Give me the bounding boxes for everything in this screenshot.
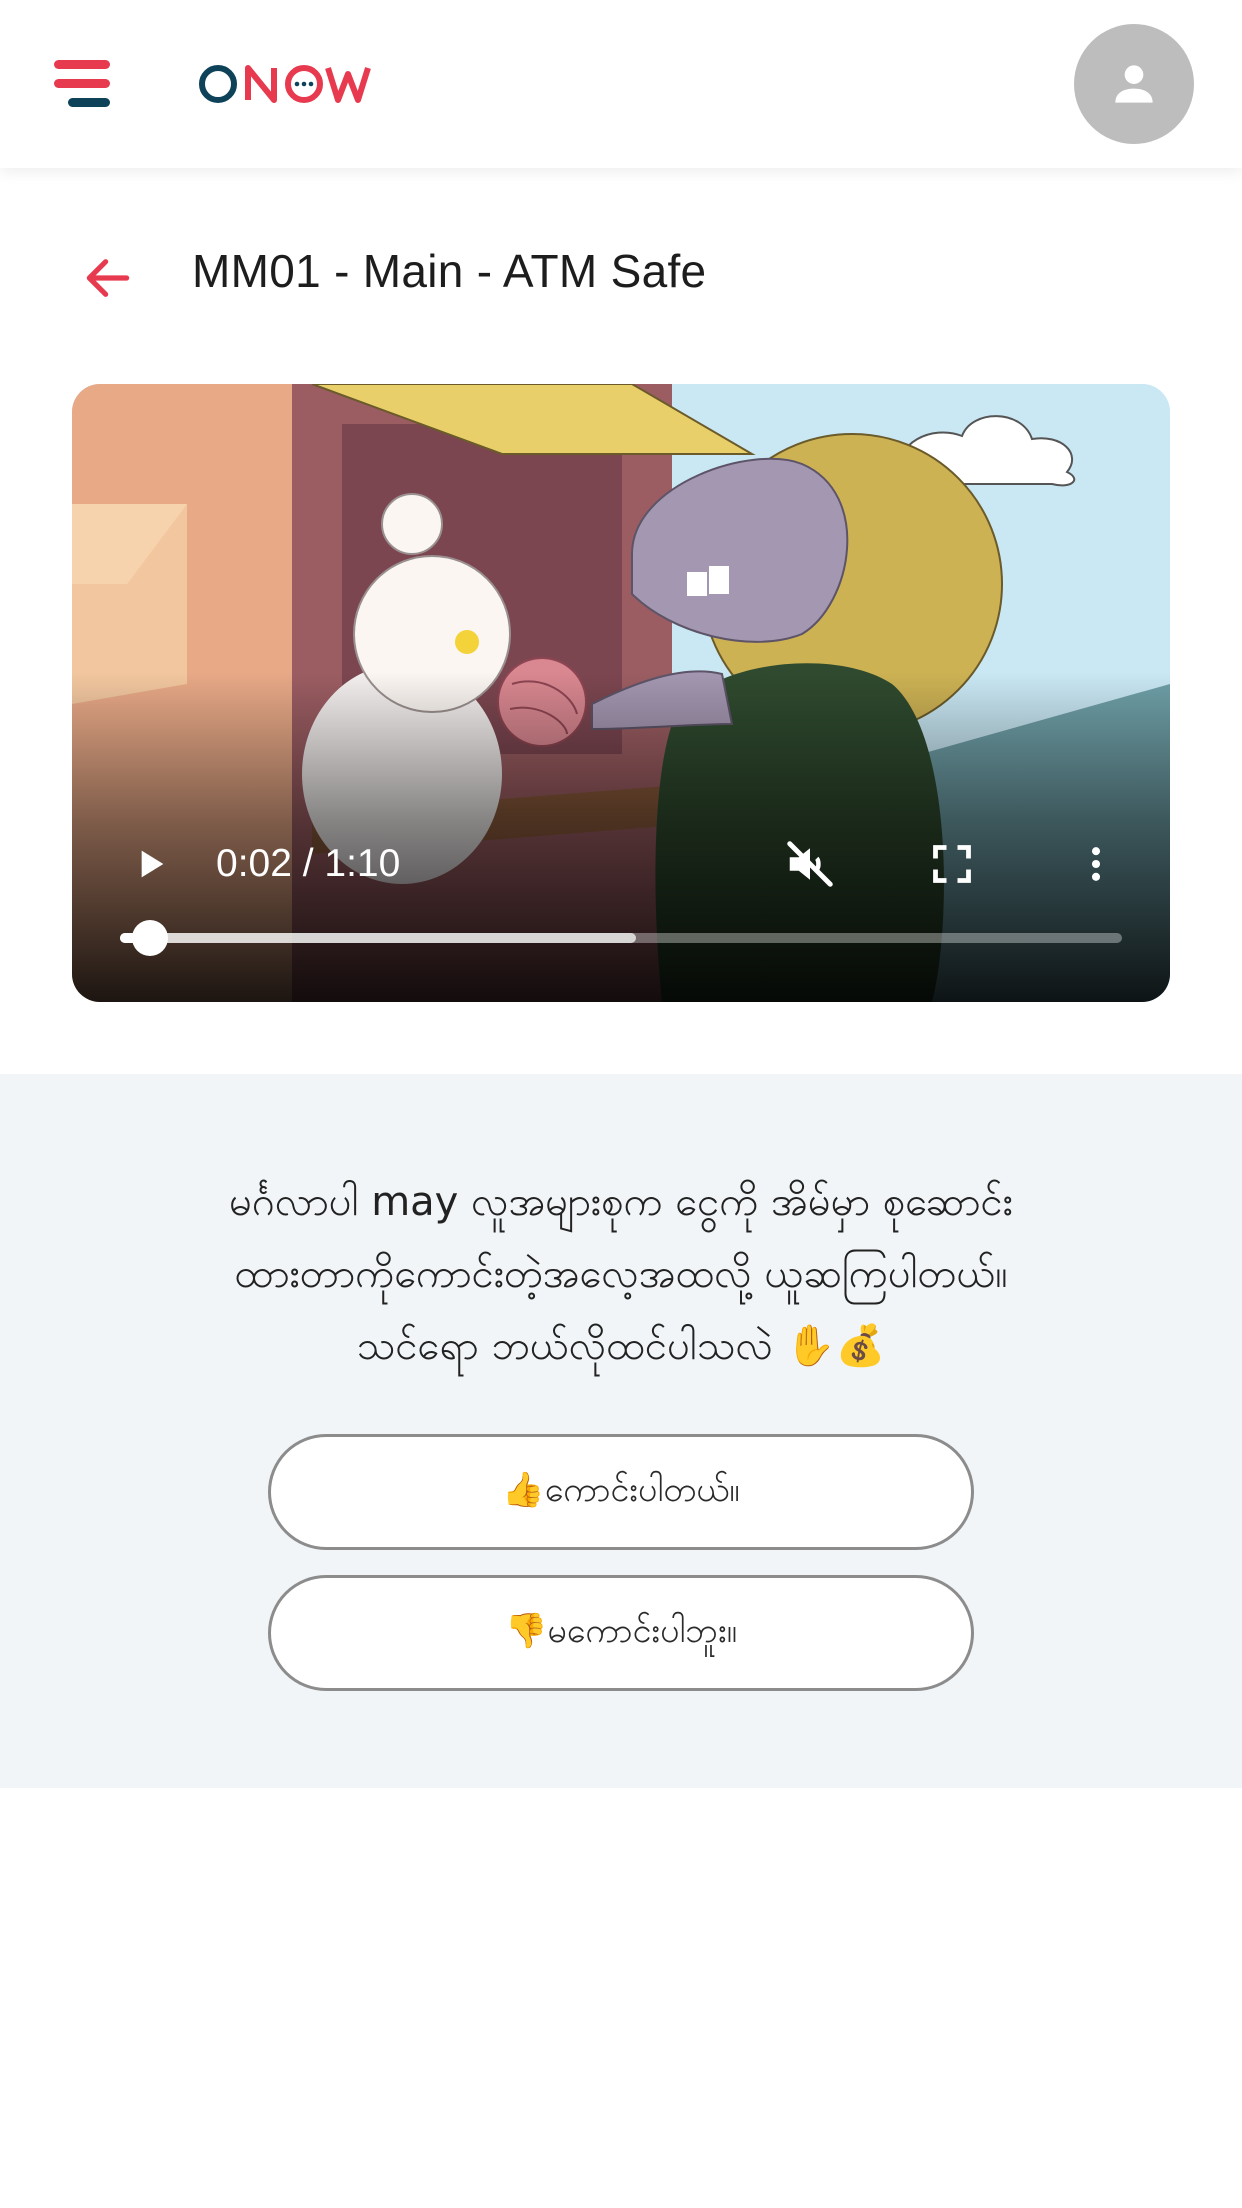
- question-line: သင်ရော ဘယ်လိုထင်ပါသလဲ ✋💰: [356, 1323, 886, 1369]
- back-button[interactable]: [72, 242, 144, 314]
- question-line: ထားတာကိုကောင်းတဲ့အလေ့အထလို့ ယူဆကြပါတယ်။: [234, 1251, 1008, 1297]
- question-text: မင်္ဂလာပါ may လူအများစုက ငွေကို အိမ်မှာ …: [100, 1166, 1142, 1382]
- app-bar: [0, 0, 1242, 168]
- video-progress-bar[interactable]: [120, 920, 1122, 956]
- menu-button[interactable]: [48, 54, 120, 114]
- progress-scrubber[interactable]: [132, 920, 169, 956]
- onow-logo[interactable]: [198, 52, 378, 116]
- fullscreen-icon: [933, 845, 971, 883]
- play-button[interactable]: [120, 834, 180, 894]
- page-title: MM01 - Main - ATM Safe: [192, 245, 707, 297]
- mute-button[interactable]: [778, 832, 842, 896]
- question-line: မင်္ဂလာပါ may လူအများစုက ငွေကို အိမ်မှာ …: [229, 1179, 1013, 1225]
- answer-not-good-button[interactable]: 👎မကောင်းပါဘူး။: [268, 1575, 974, 1691]
- person-icon: [1115, 65, 1153, 103]
- more-vert-icon: [1091, 847, 1101, 881]
- question-panel: မင်္ဂလာပါ may လူအများစုက ငွေကို အိမ်မှာ …: [0, 1074, 1242, 1788]
- play-icon: [141, 850, 164, 878]
- video-player[interactable]: 0:02 / 1:10: [72, 384, 1170, 1002]
- more-options-button[interactable]: [1066, 834, 1126, 894]
- arrow-left-icon: [86, 259, 130, 297]
- menu-icon: [54, 60, 110, 107]
- avatar-button[interactable]: [1074, 24, 1194, 144]
- onow-logo-mark: [199, 65, 371, 103]
- video-time: 0:02 / 1:10: [216, 842, 401, 885]
- answer-good-button[interactable]: 👍ကောင်းပါတယ်။: [268, 1434, 974, 1550]
- progress-buffered: [120, 933, 637, 943]
- volume-off-icon: [787, 841, 833, 887]
- fullscreen-button[interactable]: [922, 834, 982, 894]
